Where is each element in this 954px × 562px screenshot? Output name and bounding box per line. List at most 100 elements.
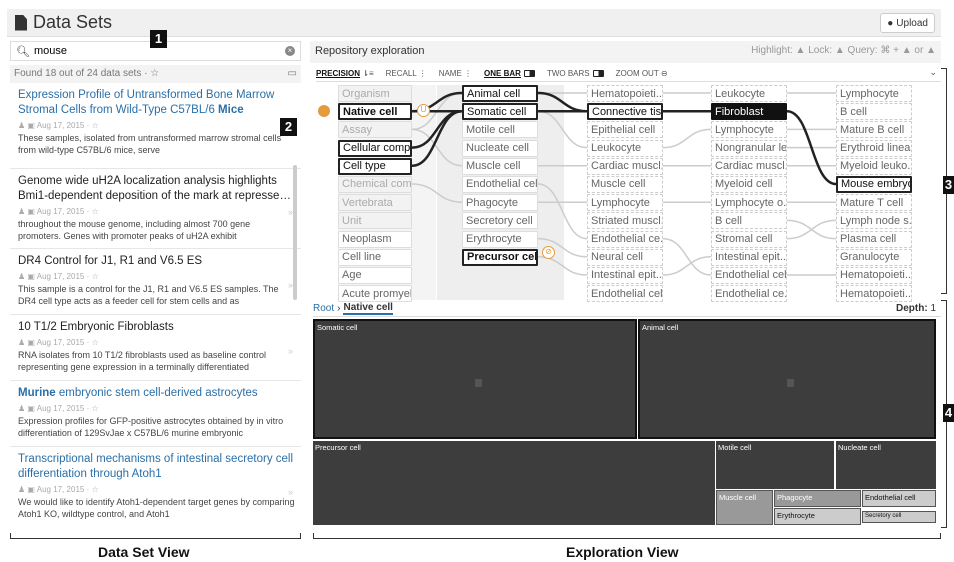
node-item[interactable]: Endothelial cell — [711, 266, 787, 284]
node-item[interactable]: Leukocyte — [711, 85, 787, 102]
node-item[interactable]: Stromal cell — [711, 230, 787, 248]
node-item[interactable]: Somatic cell — [462, 103, 538, 121]
dataset-item[interactable]: 10 T1/2 Embryonic Fibroblasts ♟ ▣ Aug 17… — [10, 315, 301, 381]
node-item[interactable]: Lymph node s... — [836, 212, 912, 230]
node-item[interactable]: Plasma cell — [836, 230, 912, 248]
node-item[interactable]: Unit — [338, 212, 412, 230]
node-item[interactable]: Age — [338, 266, 412, 284]
sort-precision-button[interactable]: PRECISION ⇂≡ — [316, 69, 374, 78]
node-item[interactable]: Lymphocyte — [836, 85, 912, 102]
node-item[interactable]: Secretory cell — [462, 212, 538, 230]
treemap-precursor-cell[interactable]: Precursor cell — [313, 441, 715, 525]
node-item[interactable]: Striated muscl... — [587, 212, 663, 230]
node-item[interactable]: Cardiac muscl... — [711, 157, 787, 175]
exploration-view-label: Exploration View — [566, 544, 679, 560]
cart-icon[interactable]: ▭ — [288, 68, 297, 80]
upload-button[interactable]: ● Upload — [880, 13, 935, 33]
sort-icon: ⋮ — [464, 69, 473, 78]
node-item[interactable]: Intestinal epit... — [711, 248, 787, 266]
user-icon: ♟ — [18, 485, 26, 494]
node-item[interactable]: Myeloid leuko... — [836, 157, 912, 175]
node-item[interactable]: Connective tis... — [587, 103, 663, 121]
node-item[interactable]: Granulocyte — [836, 248, 912, 266]
sort-name-button[interactable]: NAME ⋮ — [439, 69, 472, 78]
node-item[interactable]: Cell type — [338, 157, 412, 175]
link — [662, 128, 712, 149]
node-item[interactable]: Nucleate cell — [462, 139, 538, 157]
two-bars-button[interactable]: TWO BARS — [547, 69, 604, 78]
exploration-view-bracket — [313, 533, 941, 539]
node-item[interactable]: Motile cell — [462, 121, 538, 139]
dataset-item[interactable]: Transcriptional mechanisms of intestinal… — [10, 447, 301, 531]
file-icon — [15, 14, 27, 31]
node-item[interactable]: Cardiac muscl... — [587, 157, 663, 175]
node-item[interactable]: Myeloid cell — [711, 175, 787, 193]
union-icon[interactable]: U — [417, 104, 430, 117]
node-item[interactable]: B cell — [711, 212, 787, 230]
dataset-item[interactable]: Murine embryonic stem cell-derived astro… — [10, 381, 301, 447]
treemap-endothelial-cell[interactable]: Endothelial cell — [862, 490, 936, 507]
node-item[interactable]: Assay — [338, 121, 412, 139]
user-icon: ♟ — [18, 121, 26, 130]
dataset-item[interactable]: Expression Profile of Untransformed Bone… — [10, 83, 301, 169]
node-item[interactable]: Endothelial cell — [462, 175, 538, 193]
node-item[interactable]: Native cell — [338, 103, 412, 121]
treemap-somatic-cell[interactable]: Somatic cell — [313, 319, 637, 439]
node-item[interactable]: Phagocyte — [462, 194, 538, 212]
node-item[interactable]: Mature T cell — [836, 194, 912, 212]
exclude-icon[interactable]: ⊘ — [542, 246, 555, 259]
treemap-animal-cell[interactable]: Animal cell — [638, 319, 936, 439]
node-item[interactable]: Organism — [338, 85, 412, 102]
node-item[interactable]: Muscle cell — [462, 157, 538, 175]
breadcrumb-root[interactable]: Root — [313, 303, 334, 314]
treemap-phagocyte[interactable]: Phagocyte — [774, 490, 861, 507]
node-item[interactable]: Animal cell — [462, 85, 538, 102]
lock-icon[interactable] — [318, 105, 330, 117]
treemap-secretory-cell[interactable]: Secretory cell — [862, 511, 936, 523]
treemap-nucleate-cell[interactable]: Nucleate cell — [836, 441, 936, 489]
dataset-view-label: Data Set View — [98, 544, 190, 560]
node-item[interactable]: Epithelial cell — [587, 121, 663, 139]
node-item[interactable]: Cell line — [338, 248, 412, 266]
search-icon: 🔍︎ — [16, 45, 30, 58]
node-item[interactable]: Mouse embryo... — [836, 175, 912, 193]
node-item[interactable]: Neural cell — [587, 248, 663, 266]
node-item[interactable]: Muscle cell — [587, 175, 663, 193]
badge-2: 2 — [280, 118, 297, 136]
node-item[interactable]: Mature B cell — [836, 121, 912, 139]
node-item[interactable]: Intestinal epit... — [587, 266, 663, 284]
node-item[interactable]: Fibroblast — [711, 103, 787, 121]
dataset-list-scrollbar[interactable] — [293, 165, 297, 300]
lock-icon — [787, 379, 794, 387]
dataset-item[interactable]: DR4 Control for J1, R1 and V6.5 ES ♟ ▣ A… — [10, 249, 301, 315]
node-item[interactable]: Endothelial ce... — [587, 230, 663, 248]
node-item[interactable]: B cell — [836, 103, 912, 121]
node-item[interactable]: Neoplasm — [338, 230, 412, 248]
node-item[interactable]: Cellular comp... — [338, 139, 412, 157]
treemap-motile-cell[interactable]: Motile cell — [716, 441, 834, 489]
node-item[interactable]: Nongranular le... — [711, 139, 787, 157]
dataset-item[interactable]: Genome wide uH2A localization analysis h… — [10, 169, 301, 249]
one-bar-button[interactable]: ONE BAR — [484, 69, 535, 78]
zoom-out-button[interactable]: ZOOM OUT ⊖ — [616, 69, 668, 78]
node-item[interactable]: Hematopoieti... — [587, 85, 663, 102]
treemap-erythrocyte[interactable]: Erythrocyte — [774, 508, 861, 525]
node-item[interactable]: Vertebrata — [338, 194, 412, 212]
treemap-muscle-cell[interactable]: Muscle cell — [716, 490, 773, 525]
node-item[interactable]: Lymphocyte — [711, 121, 787, 139]
user-icon: ♟ — [18, 338, 26, 347]
node-item[interactable]: Leukocyte — [587, 139, 663, 157]
sort-recall-button[interactable]: RECALL ⋮ — [386, 69, 427, 78]
chevron-down-icon[interactable]: ⌄ — [929, 67, 937, 78]
node-item[interactable]: Chemical com... — [338, 175, 412, 193]
dataset-view-bracket — [10, 533, 301, 539]
chevron-right-icon: » — [287, 487, 293, 498]
node-item[interactable]: Lymphocyte — [587, 194, 663, 212]
node-item[interactable]: Erythroid linea... — [836, 139, 912, 157]
node-item[interactable]: Precursor cell — [462, 248, 538, 266]
column-3: Leukocyte Fibroblast Lymphocyte Nongranular… — [711, 85, 787, 303]
clear-search-icon[interactable]: × — [285, 46, 295, 56]
node-item[interactable]: Lymphocyte o... — [711, 194, 787, 212]
node-item[interactable]: Erythrocyte — [462, 230, 538, 248]
node-item[interactable]: Hematopoieti... — [836, 266, 912, 284]
